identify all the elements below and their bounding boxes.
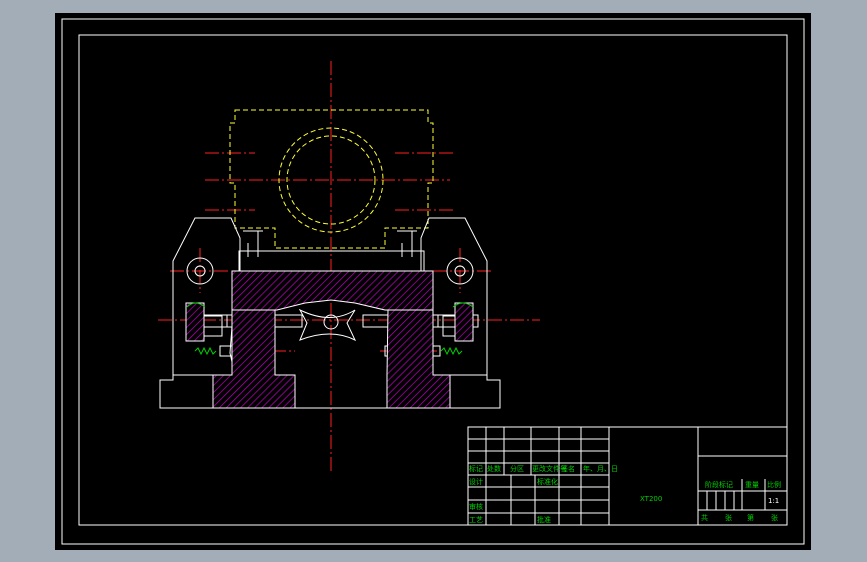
centerlines (158, 61, 540, 473)
tb-design: 设计 (469, 477, 483, 486)
tb-label-count: 处数 (487, 464, 501, 473)
tb-sheet-unit: 张 (725, 513, 732, 522)
tb-standardization: 标准化 (537, 477, 558, 486)
tb-approve: 批准 (537, 515, 551, 524)
tb-label-date: 年、月、日 (583, 464, 618, 473)
tb-stage-mark: 阶段标记 (705, 480, 733, 489)
tb-sheet-unit2: 张 (771, 513, 778, 522)
tb-scale-label: 比例 (767, 480, 781, 489)
tb-drawing-name: XT200 (640, 495, 662, 503)
cad-viewport[interactable]: 标记 处数 分区 更改文件号 签名 年、月、日 设计 标准化 审核 工艺 批准 … (55, 13, 811, 550)
cad-drawing-canvas: 标记 处数 分区 更改文件号 签名 年、月、日 设计 标准化 审核 工艺 批准 … (61, 18, 805, 545)
tb-sheet-no: 第 (747, 513, 754, 522)
tb-scale: 1:1 (768, 497, 779, 505)
tb-label-sign: 签名 (561, 464, 575, 473)
tb-review: 审核 (469, 502, 483, 511)
tb-process: 工艺 (469, 516, 483, 524)
tb-sheets-total: 共 (701, 513, 708, 522)
tb-weight: 重量 (745, 481, 759, 489)
title-block (467, 426, 788, 526)
tb-label-zone: 分区 (510, 464, 524, 473)
hatched-sections (185, 270, 474, 409)
tb-label-mark: 标记 (469, 464, 483, 473)
